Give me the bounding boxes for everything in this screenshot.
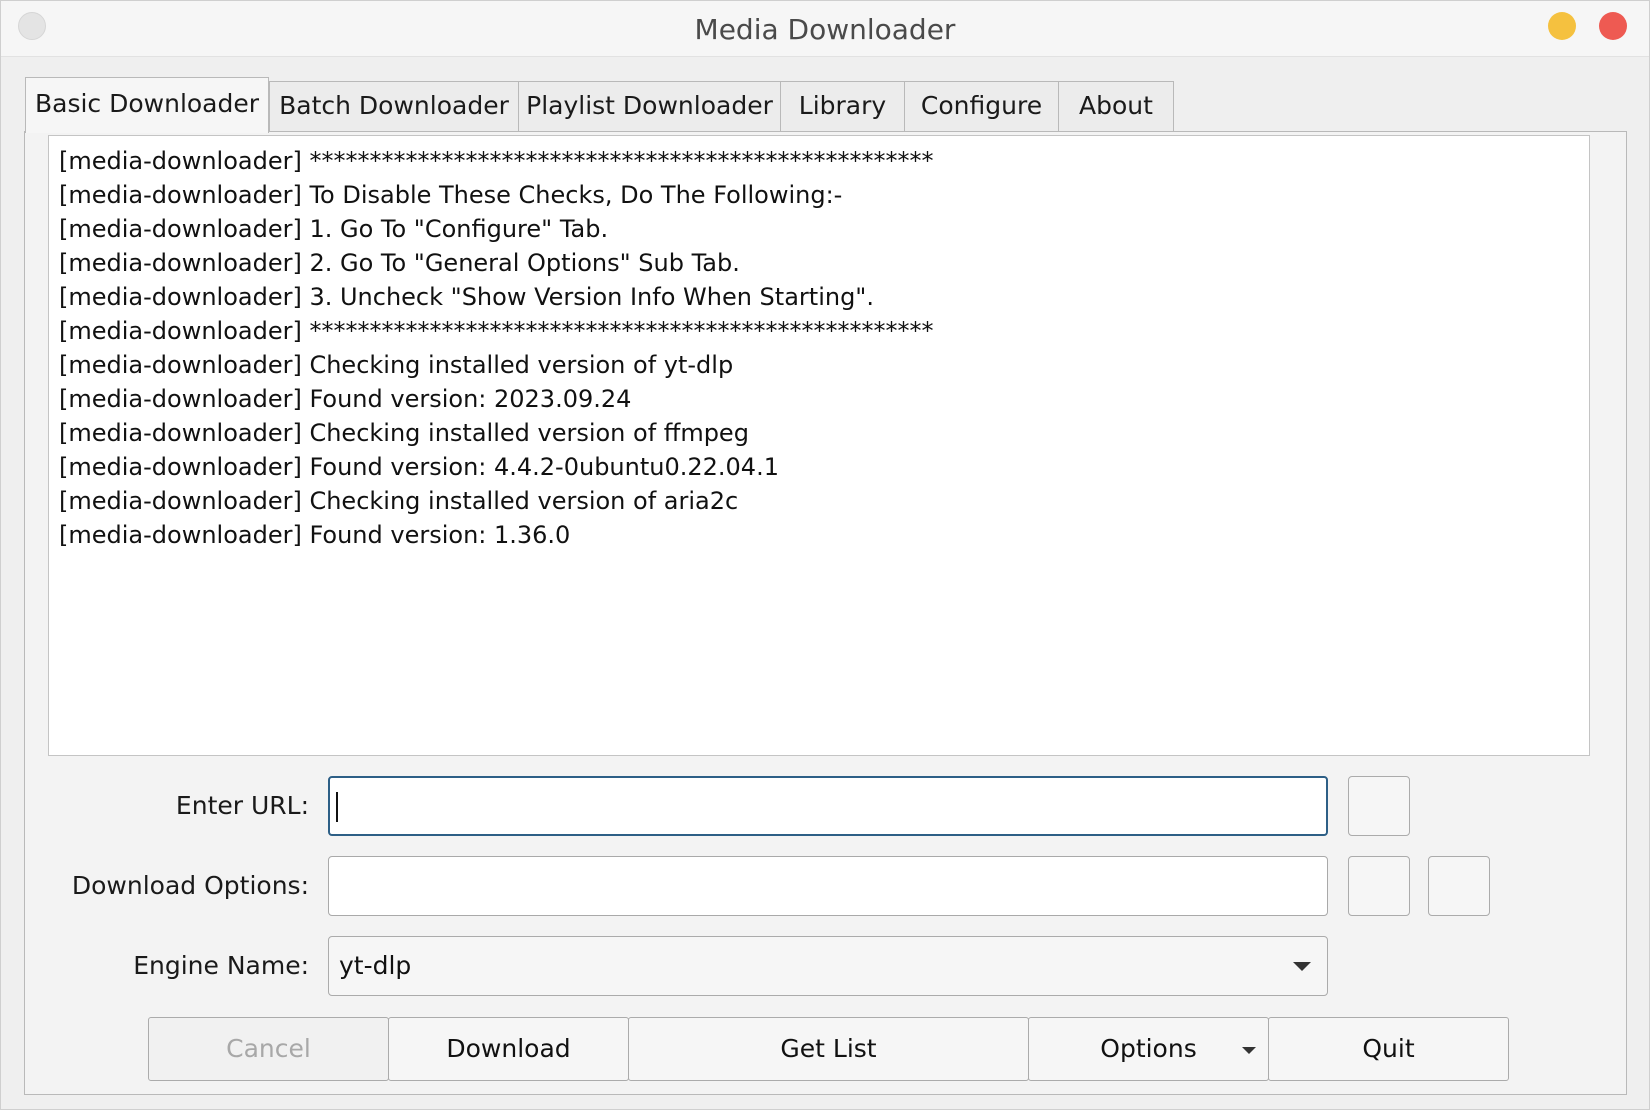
engine-select[interactable]: yt-dlp — [328, 936, 1328, 996]
get-list-button[interactable]: Get List — [628, 1017, 1029, 1081]
tab-batch-downloader[interactable]: Batch Downloader — [269, 81, 519, 131]
engine-select-value: yt-dlp — [339, 951, 412, 980]
tab-configure[interactable]: Configure — [904, 81, 1059, 131]
options-button[interactable]: Options — [1028, 1017, 1269, 1081]
close-button[interactable] — [1599, 12, 1627, 40]
download-options-label: Download Options: — [71, 871, 309, 900]
url-label: Enter URL: — [175, 791, 309, 820]
title-bar: Media Downloader — [1, 1, 1649, 57]
tab-library[interactable]: Library — [780, 81, 905, 131]
tab-playlist-downloader[interactable]: Playlist Downloader — [518, 81, 781, 131]
log-line: [media-downloader] Checking installed ve… — [59, 351, 734, 379]
log-line: [media-downloader] Found version: 1.36.0 — [59, 521, 571, 549]
log-line: [media-downloader] *********************… — [59, 317, 934, 345]
options-history-button[interactable] — [1428, 856, 1490, 916]
options-button-label: Options — [1100, 1034, 1197, 1063]
app-window: Media Downloader Basic Downloader Batch … — [0, 0, 1650, 1110]
log-line: [media-downloader] Checking installed ve… — [59, 419, 749, 447]
tab-about[interactable]: About — [1058, 81, 1174, 131]
log-line: [media-downloader] To Disable These Chec… — [59, 181, 843, 209]
dropdown-arrow-icon — [1242, 1047, 1256, 1054]
minimize-button[interactable] — [1548, 12, 1576, 40]
log-line: [media-downloader] 1. Go To "Configure" … — [59, 215, 609, 243]
paste-url-button[interactable] — [1348, 776, 1410, 836]
download-button[interactable]: Download — [388, 1017, 629, 1081]
log-line: [media-downloader] 2. Go To "General Opt… — [59, 249, 740, 277]
log-line: [media-downloader] Checking installed ve… — [59, 487, 739, 515]
url-field[interactable] — [328, 776, 1328, 836]
chevron-down-icon — [1293, 962, 1311, 971]
text-caret — [336, 792, 338, 822]
tab-basic-downloader[interactable]: Basic Downloader — [25, 77, 269, 133]
engine-name-label: Engine Name: — [133, 951, 309, 980]
cancel-button[interactable]: Cancel — [148, 1017, 389, 1081]
options-preset-button[interactable] — [1348, 856, 1410, 916]
download-options-input[interactable] — [329, 857, 1327, 915]
window-title: Media Downloader — [694, 13, 956, 46]
log-line: [media-downloader] Found version: 4.4.2-… — [59, 453, 779, 481]
log-line: [media-downloader] *********************… — [59, 147, 934, 175]
url-input[interactable] — [330, 778, 1326, 834]
log-line: [media-downloader] Found version: 2023.0… — [59, 385, 632, 413]
log-line: [media-downloader] 3. Uncheck "Show Vers… — [59, 283, 874, 311]
quit-button[interactable]: Quit — [1268, 1017, 1509, 1081]
download-options-field[interactable] — [328, 856, 1328, 916]
log-output[interactable]: [media-downloader] *********************… — [48, 135, 1590, 756]
